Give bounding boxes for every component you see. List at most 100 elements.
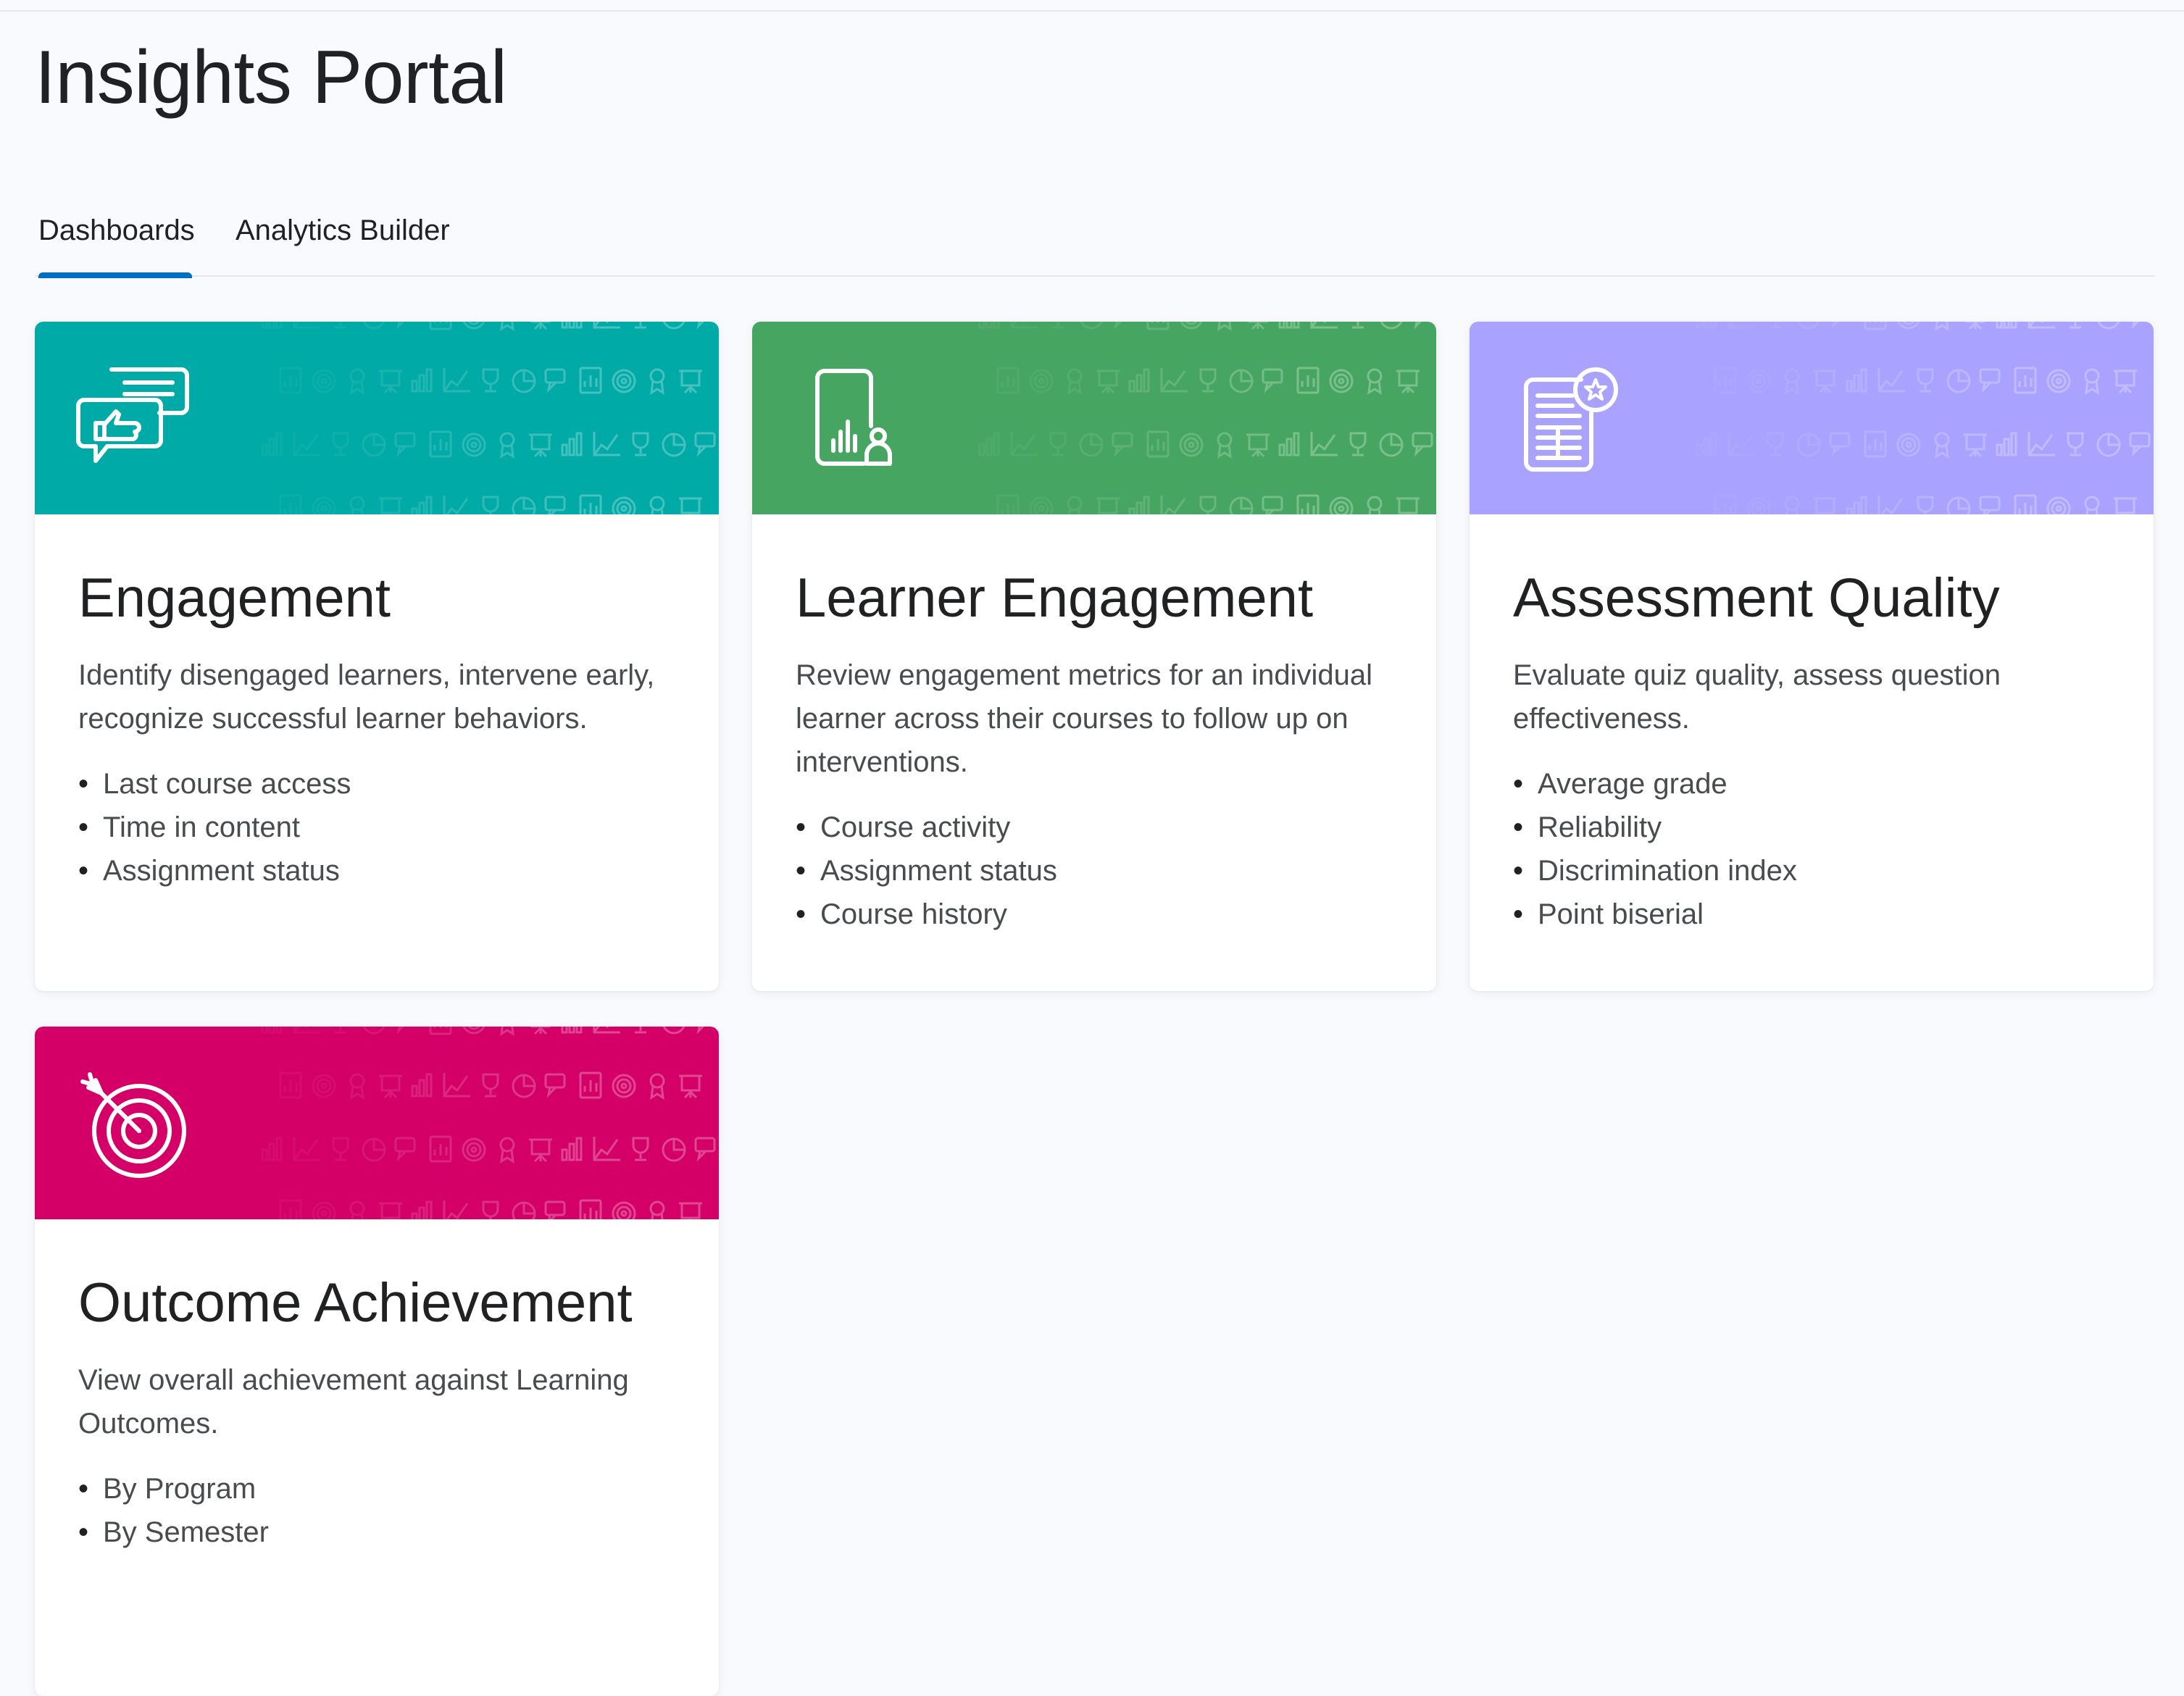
pattern-glyph bbox=[1352, 322, 1364, 329]
pattern-glyph bbox=[579, 1072, 602, 1099]
pattern-glyph bbox=[1146, 430, 1170, 458]
pattern-glyph bbox=[1897, 322, 1920, 330]
pattern-glyph bbox=[1199, 368, 1217, 393]
metric-item: Time in content bbox=[78, 806, 675, 849]
pattern-glyph bbox=[1746, 369, 1771, 393]
pattern-glyph bbox=[1112, 432, 1133, 457]
pattern-glyph bbox=[544, 1200, 566, 1219]
pattern-glyph bbox=[411, 496, 433, 514]
pattern-glyph bbox=[293, 1027, 320, 1034]
pattern-glyph bbox=[1096, 497, 1120, 514]
pattern-glyph bbox=[1217, 322, 1232, 331]
card-description: Identify disengaged learners, intervene … bbox=[78, 659, 655, 735]
pattern-glyph bbox=[396, 322, 405, 330]
pattern-glyph bbox=[1146, 322, 1170, 330]
card-metrics-list: Average grade Reliability Discrimination… bbox=[1513, 762, 2110, 936]
pattern-glyph bbox=[429, 430, 452, 458]
card-title: Engagement bbox=[78, 567, 391, 629]
pattern-glyph bbox=[362, 433, 386, 457]
metric-item: Reliability bbox=[1513, 806, 2110, 849]
pattern-glyph bbox=[1864, 322, 1887, 330]
pattern-glyph bbox=[462, 433, 486, 457]
pattern-glyph bbox=[499, 1137, 515, 1164]
pattern-glyph bbox=[612, 1201, 636, 1219]
pattern-glyph bbox=[1746, 496, 1771, 514]
pattern-glyph bbox=[261, 1027, 283, 1034]
pattern-glyph bbox=[443, 1073, 470, 1098]
pattern-glyph bbox=[312, 496, 336, 514]
dashboard-card-outcome-achievement[interactable]: Outcome Achievement View overall achieve… bbox=[35, 1027, 719, 1696]
pattern-glyph bbox=[1797, 322, 1820, 330]
pattern-glyph bbox=[2014, 494, 2037, 514]
pattern-glyph bbox=[379, 1074, 402, 1099]
pattern-glyph bbox=[2014, 367, 2037, 394]
pattern-glyph bbox=[1367, 368, 1383, 395]
card-description: View overall achievement against Learnin… bbox=[78, 1363, 629, 1440]
pattern-glyph bbox=[1396, 369, 1420, 394]
pattern-glyph bbox=[332, 432, 349, 456]
card-metrics-list: Last course access Time in content Assig… bbox=[78, 762, 675, 893]
pattern-glyph bbox=[1049, 432, 1067, 456]
pattern-glyph bbox=[1979, 368, 2001, 393]
pattern-glyph bbox=[996, 494, 1020, 514]
pattern-glyph bbox=[1784, 496, 1800, 514]
dashboard-card-learner-engagement[interactable]: Learner Engagement Review engagement met… bbox=[752, 322, 1436, 991]
pattern-glyph bbox=[1814, 369, 1837, 394]
card-title: Learner Engagement bbox=[796, 567, 1314, 629]
metric-item: Point biserial bbox=[1513, 893, 2110, 936]
page-title: Insights Portal bbox=[35, 35, 507, 120]
pattern-glyph bbox=[1934, 432, 1950, 459]
pattern-glyph bbox=[261, 432, 283, 456]
pattern-glyph bbox=[649, 368, 665, 395]
pattern-glyph bbox=[1114, 322, 1122, 330]
pattern-glyph bbox=[1696, 322, 1717, 329]
pattern-glyph bbox=[362, 1137, 386, 1162]
pattern-glyph bbox=[1412, 432, 1433, 457]
pattern-glyph bbox=[349, 496, 365, 514]
pattern-glyph bbox=[482, 496, 499, 514]
pattern-glyph bbox=[694, 432, 716, 457]
pattern-glyph bbox=[1770, 322, 1781, 329]
pattern-glyph bbox=[1010, 322, 1038, 329]
pattern-glyph bbox=[429, 1135, 452, 1163]
pattern-glyph bbox=[462, 1027, 485, 1035]
pattern-glyph bbox=[1714, 494, 1737, 514]
pattern-glyph bbox=[261, 1137, 283, 1161]
pattern-glyph bbox=[279, 1072, 302, 1099]
pattern-glyph bbox=[1262, 368, 1283, 393]
pattern-glyph bbox=[1246, 433, 1270, 458]
pattern-glyph bbox=[1946, 369, 1971, 393]
pattern-glyph bbox=[978, 432, 1000, 456]
pattern-glyph bbox=[544, 496, 566, 514]
pattern-glyph bbox=[1946, 496, 1971, 514]
pattern-glyph bbox=[649, 1200, 665, 1219]
dashboard-card-engagement[interactable]: Engagement Identify disengaged learners,… bbox=[35, 322, 719, 991]
pattern-glyph bbox=[694, 1137, 716, 1162]
pattern-glyph bbox=[411, 1073, 433, 1098]
tab-analytics-builder[interactable]: Analytics Builder bbox=[236, 210, 475, 275]
pattern-glyph bbox=[1877, 368, 1905, 393]
pattern-glyph bbox=[349, 1073, 365, 1100]
pattern-glyph bbox=[1829, 432, 1851, 457]
pattern-glyph bbox=[1396, 497, 1420, 514]
pattern-glyph bbox=[662, 1137, 686, 1162]
top-bar bbox=[0, 0, 2184, 12]
pattern-glyph bbox=[2070, 322, 2081, 329]
pattern-glyph bbox=[2046, 496, 2071, 514]
pattern-glyph bbox=[1128, 368, 1150, 393]
dashboard-card-assessment-quality[interactable]: Assessment Quality Evaluate quiz quality… bbox=[1470, 322, 2154, 991]
pattern-glyph bbox=[1179, 433, 1204, 457]
card-title: Outcome Achievement bbox=[78, 1272, 633, 1334]
metric-item: Discrimination index bbox=[1513, 849, 2110, 893]
pattern-glyph bbox=[612, 369, 636, 393]
pattern-glyph bbox=[1414, 322, 1422, 330]
pattern-glyph bbox=[1029, 496, 1054, 514]
pattern-glyph bbox=[561, 1027, 583, 1034]
pattern-glyph bbox=[612, 1074, 636, 1098]
pattern-glyph bbox=[1714, 367, 1737, 394]
pattern-glyph bbox=[632, 1137, 649, 1161]
pattern-glyph bbox=[2067, 432, 2084, 456]
tab-dashboards[interactable]: Dashboards bbox=[38, 210, 195, 278]
pattern-glyph bbox=[462, 322, 485, 330]
pattern-glyph bbox=[1199, 496, 1217, 514]
